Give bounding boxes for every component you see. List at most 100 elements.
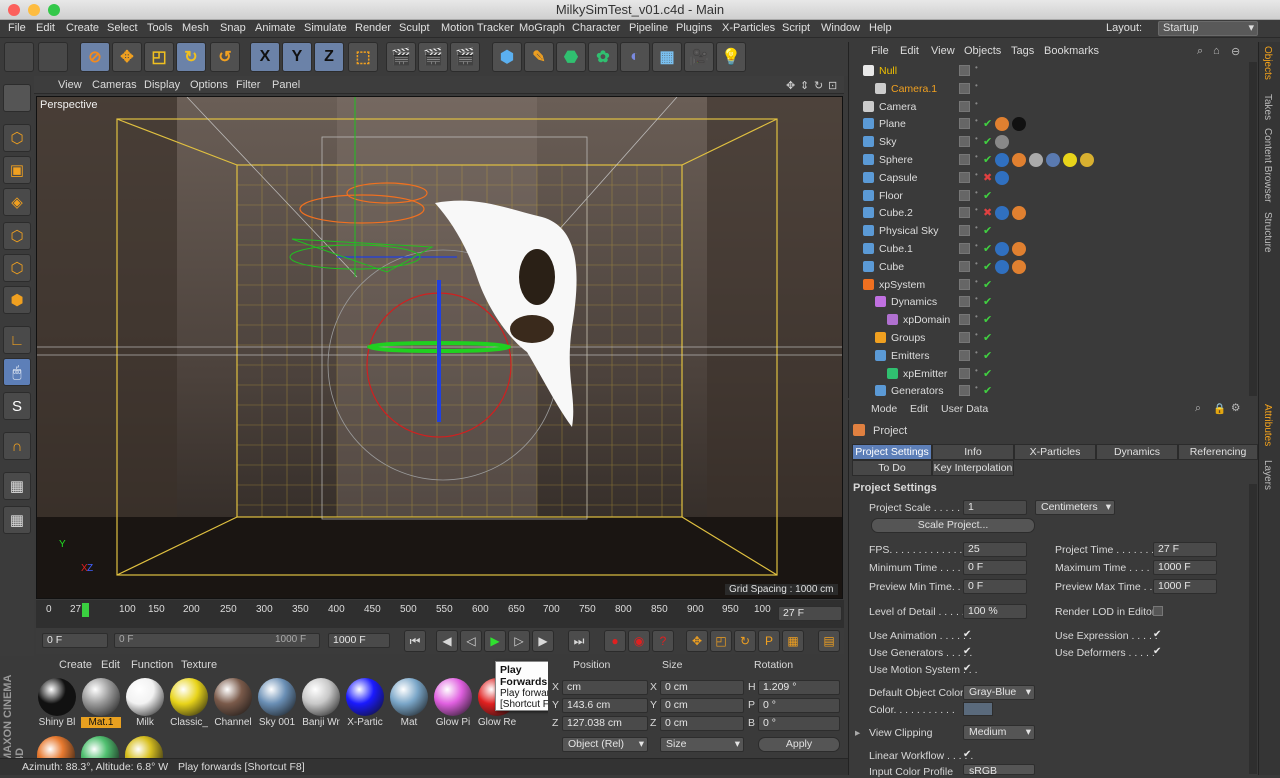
visibility-dots[interactable]: • [975,366,978,374]
apply-button[interactable]: Apply [758,737,840,752]
material-swatch[interactable]: Classic_ [169,678,209,730]
object-tag-icon[interactable] [1029,153,1043,167]
objects-menu-objects[interactable]: Objects [964,45,1001,57]
z-axis-lock-button[interactable]: Z [314,42,344,72]
next-frame-button[interactable]: ▷ [508,630,530,652]
use-expression-checkbox[interactable]: ✔ [1153,630,1163,640]
menu-window[interactable]: Window [821,22,860,34]
make-editable-icon[interactable] [3,84,31,112]
play-forwards-button[interactable]: ▶ [484,630,506,652]
menu-x-particles[interactable]: X-Particles [722,22,775,34]
enabled-check-icon[interactable]: ✔ [983,187,992,205]
layer-swatch[interactable] [959,296,970,308]
object-name[interactable]: Sky [879,133,897,151]
go-to-start-button[interactable]: ⏮ [404,630,426,652]
menu-edit[interactable]: Edit [36,22,55,34]
menu-motion-tracker[interactable]: Motion Tracker [441,22,514,34]
tweak-mode-icon[interactable]: 🖱 [3,358,31,386]
record-keys-button[interactable]: ● [604,630,626,652]
menu-pipeline[interactable]: Pipeline [629,22,668,34]
layer-swatch[interactable] [959,314,970,326]
object-name[interactable]: Cube [879,258,904,276]
enabled-check-icon[interactable]: ✔ [983,293,992,311]
object-tag-icon[interactable] [1012,153,1026,167]
layer-swatch[interactable] [959,260,970,272]
object-tag-icon[interactable] [1046,153,1060,167]
layer-swatch[interactable] [959,100,970,112]
object-row[interactable]: Generators • ✔ [849,382,1249,396]
search-icon[interactable]: ⌕ [1197,45,1203,58]
object-row[interactable]: xpSystem • ✔ [849,276,1249,294]
viewport-menu-filter[interactable]: Filter [236,79,260,91]
key-pla-icon[interactable]: ▦ [782,630,804,652]
enabled-check-icon[interactable]: ✔ [983,258,992,276]
search-icon[interactable]: ⌕ [1195,402,1201,415]
floor-icon[interactable]: ▦ [652,42,682,72]
render-settings-icon[interactable]: 🎬 [450,42,480,72]
object-tag-icon[interactable] [995,117,1009,132]
axis-mode-icon[interactable]: ∟ [3,326,31,354]
menu-sculpt[interactable]: Sculpt [399,22,430,34]
object-row[interactable]: Physical Sky • ✔ [849,222,1249,240]
start-frame-field[interactable]: 0 F [42,633,108,648]
tab-info[interactable]: Info [932,444,1014,460]
object-name[interactable]: xpEmitter [903,365,947,383]
timeline-playhead[interactable] [82,603,90,617]
object-row[interactable]: Floor • ✔ [849,187,1249,205]
object-tag-icon[interactable] [995,259,1009,274]
edges-mode-icon[interactable]: ⬡ [3,254,31,282]
material-swatch[interactable] [37,736,75,758]
lock-icon[interactable]: 🔒 [1213,402,1226,415]
object-list-scrollbar[interactable] [1249,62,1257,396]
undo-button[interactable] [4,42,34,72]
keyframe-selection-icon[interactable]: ? [652,630,674,652]
object-row[interactable]: Cube.1 • ✔ [849,240,1249,258]
object-tag-icon[interactable] [995,170,1009,185]
autokeying-button[interactable]: ◉ [628,630,650,652]
object-color-dropdown[interactable]: Gray-Blue ▾ [963,685,1035,700]
project-scale-field[interactable]: 1 [963,500,1027,515]
layer-swatch[interactable] [959,82,970,94]
object-name[interactable]: Dynamics [891,293,937,311]
viewport-rotate-icon[interactable]: ↻ [814,79,823,92]
object-row[interactable]: Plane • ✔ [849,115,1249,133]
material-swatch[interactable]: Glow Pi [433,678,473,730]
objects-menu-bookmarks[interactable]: Bookmarks [1044,45,1099,57]
object-name[interactable]: Plane [879,115,906,133]
side-tab-takes[interactable]: Takes [1262,94,1273,120]
layer-swatch[interactable] [959,367,970,379]
layer-swatch[interactable] [959,171,970,183]
minimize-window-button[interactable] [28,4,40,16]
tab-dynamics[interactable]: Dynamics [1096,444,1178,460]
objects-menu-view[interactable]: View [931,45,955,57]
object-tag-icon[interactable] [1012,117,1026,132]
enabled-check-icon[interactable]: ✔ [983,382,992,396]
scale-tool-icon[interactable]: ◰ [144,42,174,72]
deformer-icon[interactable]: ◐ [620,42,650,72]
object-row[interactable]: xpDomain • ✔ [849,311,1249,329]
visibility-dots[interactable]: • [975,99,978,107]
menu-character[interactable]: Character [572,22,620,34]
enabled-check-icon[interactable]: ✔ [983,347,992,365]
layer-swatch[interactable] [959,189,970,201]
objects-menu-tags[interactable]: Tags [1011,45,1034,57]
pen-spline-icon[interactable]: ✎ [524,42,554,72]
settings-icon[interactable]: ⚙ [1231,402,1240,414]
menu-help[interactable]: Help [869,22,892,34]
panel-collapse-icon[interactable]: ⊖ [1231,45,1240,58]
viewport-menu-display[interactable]: Display [144,79,180,91]
object-row[interactable]: Groups • ✔ [849,329,1249,347]
zoom-window-button[interactable] [48,4,60,16]
enabled-check-icon[interactable]: ✔ [983,311,992,329]
render-lod-checkbox[interactable] [1153,606,1163,616]
rotation-field[interactable]: 0 ° [758,698,840,713]
object-row[interactable]: Camera.1 • [849,80,1249,98]
visibility-dots[interactable]: • [975,64,978,72]
menu-script[interactable]: Script [782,22,810,34]
x-axis-lock-button[interactable]: X [250,42,280,72]
redo-button[interactable] [38,42,68,72]
menu-create[interactable]: Create [66,22,99,34]
side-tab-structure[interactable]: Structure [1262,212,1273,253]
material-menu-function[interactable]: Function [131,659,173,671]
key-parameter-icon[interactable]: P [758,630,780,652]
